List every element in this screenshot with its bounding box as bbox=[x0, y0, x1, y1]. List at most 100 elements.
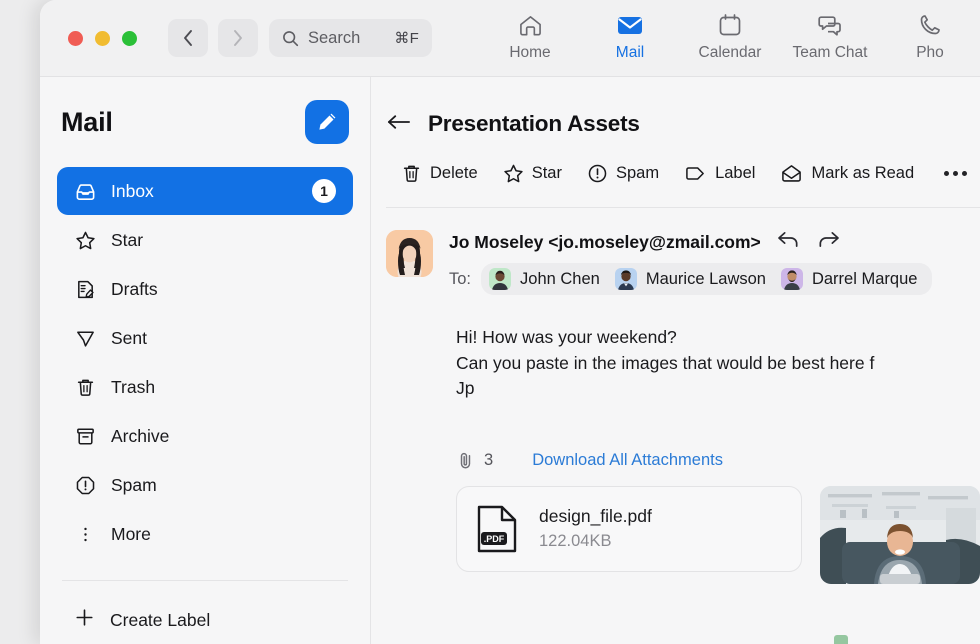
more-horizontal-icon bbox=[962, 171, 968, 176]
tab-mail[interactable]: Mail bbox=[580, 12, 680, 62]
forward-button[interactable] bbox=[218, 19, 258, 57]
inbox-unread-badge: 1 bbox=[312, 179, 336, 203]
drafts-icon bbox=[74, 279, 96, 300]
attachments-header: 3 Download All Attachments bbox=[386, 402, 980, 470]
avatar bbox=[614, 268, 637, 290]
forward-arrow-icon bbox=[819, 231, 839, 248]
create-label-button[interactable]: Create Label bbox=[57, 581, 353, 633]
subject-row: Presentation Assets bbox=[386, 111, 980, 137]
tab-home-label: Home bbox=[509, 44, 551, 61]
arrow-left-icon bbox=[387, 114, 410, 129]
label-button[interactable]: Label bbox=[684, 163, 755, 184]
search-placeholder: Search bbox=[308, 28, 361, 47]
pencil-icon bbox=[319, 113, 336, 130]
search-input[interactable]: Search ⌘F bbox=[269, 19, 432, 57]
tab-home[interactable]: Home bbox=[480, 12, 580, 62]
send-icon bbox=[74, 328, 96, 349]
delete-label: Delete bbox=[430, 164, 478, 182]
sidebar-title: Mail bbox=[61, 106, 113, 137]
chevron-left-icon bbox=[184, 30, 192, 46]
sidebar-item-inbox[interactable]: Inbox 1 bbox=[57, 167, 353, 215]
sidebar-item-star[interactable]: Star bbox=[57, 216, 353, 264]
app-window: Search ⌘F Home Mail Calendar Team Chat P… bbox=[40, 0, 980, 644]
svg-text:.PDF: .PDF bbox=[484, 534, 505, 544]
sender-name-email: Jo Moseley <jo.moseley@zmail.com> bbox=[449, 231, 761, 252]
sidebar-item-sent[interactable]: Sent bbox=[57, 314, 353, 362]
spam-icon bbox=[588, 164, 607, 183]
download-all-link[interactable]: Download All Attachments bbox=[532, 451, 723, 470]
recipient-chip[interactable]: Darrel Marque bbox=[777, 266, 928, 292]
tab-mail-label: Mail bbox=[615, 44, 645, 61]
mark-as-read-button[interactable]: Mark as Read bbox=[780, 163, 914, 184]
sidebar-item-spam[interactable]: Spam bbox=[57, 461, 353, 509]
message-pane: Presentation Assets Delete Star Spam Lab… bbox=[371, 77, 980, 644]
back-button[interactable] bbox=[168, 19, 208, 57]
to-label: To: bbox=[449, 269, 472, 288]
star-button[interactable]: Star bbox=[503, 163, 562, 184]
tab-phone[interactable]: Pho bbox=[880, 12, 980, 62]
tab-calendar-label: Calendar bbox=[698, 44, 762, 61]
attachment-image-thumbnail[interactable] bbox=[820, 485, 980, 584]
tab-calendar[interactable]: Calendar bbox=[680, 12, 780, 62]
chevron-right-icon bbox=[234, 30, 242, 46]
sidebar-header: Mail bbox=[57, 77, 353, 167]
label-label: Label bbox=[715, 164, 756, 182]
message-body: Hi! How was your weekend? Can you paste … bbox=[386, 295, 980, 402]
app-body: Mail Inbox 1 Star Drafts Sent Trash Arch… bbox=[40, 77, 980, 644]
mail-icon bbox=[617, 12, 643, 38]
tab-phone-label: Pho bbox=[916, 44, 944, 61]
attachment-meta: design_file.pdf 122.04KB bbox=[539, 506, 652, 551]
spam-label: Spam bbox=[615, 164, 660, 182]
message-content: Jo Moseley <jo.moseley@zmail.com> To: Jo… bbox=[371, 208, 980, 644]
attachments-list: .PDF design_file.pdf 122.04KB bbox=[386, 470, 980, 584]
inbox-icon bbox=[74, 181, 96, 202]
top-nav-tabs: Home Mail Calendar Team Chat Pho bbox=[480, 0, 980, 76]
sidebar-item-inbox-label: Inbox bbox=[111, 180, 154, 201]
message-toolbar: Delete Star Spam Label Mark as Read bbox=[386, 137, 980, 184]
phone-icon bbox=[918, 12, 942, 38]
message-meta: Jo Moseley <jo.moseley@zmail.com> To: Jo… bbox=[386, 230, 980, 295]
recipient-chip[interactable]: John Chen bbox=[485, 266, 611, 292]
plus-icon bbox=[74, 607, 95, 633]
body-line: Hi! How was your weekend? bbox=[456, 327, 677, 347]
page-title: Presentation Assets bbox=[428, 111, 640, 136]
sender-avatar bbox=[386, 230, 433, 277]
envelope-open-icon bbox=[782, 165, 802, 182]
minimize-window-button[interactable] bbox=[95, 30, 110, 46]
tab-team-chat[interactable]: Team Chat bbox=[780, 12, 880, 62]
more-vertical-icon bbox=[74, 524, 96, 545]
attachment-size: 122.04KB bbox=[539, 532, 612, 550]
attachment-pdf[interactable]: .PDF design_file.pdf 122.04KB bbox=[456, 485, 802, 572]
sidebar-item-more[interactable]: More bbox=[57, 510, 353, 558]
recipients-row: To: John Chen Maurice Lawson Darrel Marq… bbox=[449, 263, 980, 295]
more-horizontal-icon bbox=[944, 171, 950, 176]
back-to-list-button[interactable] bbox=[386, 113, 411, 136]
pdf-file-icon: .PDF bbox=[477, 505, 517, 552]
trash-icon bbox=[74, 377, 96, 398]
sidebar-item-drafts[interactable]: Drafts bbox=[57, 265, 353, 313]
search-shortcut: ⌘F bbox=[394, 30, 419, 47]
spam-button[interactable]: Spam bbox=[587, 163, 659, 184]
sidebar-item-trash[interactable]: Trash bbox=[57, 363, 353, 411]
forward-button[interactable] bbox=[816, 230, 841, 254]
calendar-icon bbox=[718, 12, 742, 38]
more-options-button[interactable] bbox=[944, 171, 968, 176]
compose-button[interactable] bbox=[305, 100, 349, 144]
sidebar-item-sent-label: Sent bbox=[111, 327, 147, 348]
sidebar-nav: Inbox 1 Star Drafts Sent Trash Archive S… bbox=[57, 167, 353, 558]
paperclip-icon bbox=[460, 452, 471, 468]
screen: Search ⌘F Home Mail Calendar Team Chat P… bbox=[0, 0, 980, 644]
next-attachment-peek bbox=[834, 635, 848, 644]
star-icon bbox=[504, 164, 523, 183]
sidebar-item-archive[interactable]: Archive bbox=[57, 412, 353, 460]
attachment-name: design_file.pdf bbox=[539, 506, 652, 526]
delete-button[interactable]: Delete bbox=[401, 163, 478, 184]
message-header: Presentation Assets Delete Star Spam Lab… bbox=[371, 77, 980, 208]
chat-bubbles-icon bbox=[817, 12, 843, 38]
close-window-button[interactable] bbox=[68, 30, 83, 46]
sidebar: Mail Inbox 1 Star Drafts Sent Trash Arch… bbox=[40, 77, 371, 644]
maximize-window-button[interactable] bbox=[122, 30, 137, 46]
recipient-chip[interactable]: Maurice Lawson bbox=[611, 266, 777, 292]
reply-button[interactable] bbox=[776, 230, 801, 254]
star-icon bbox=[74, 230, 96, 251]
